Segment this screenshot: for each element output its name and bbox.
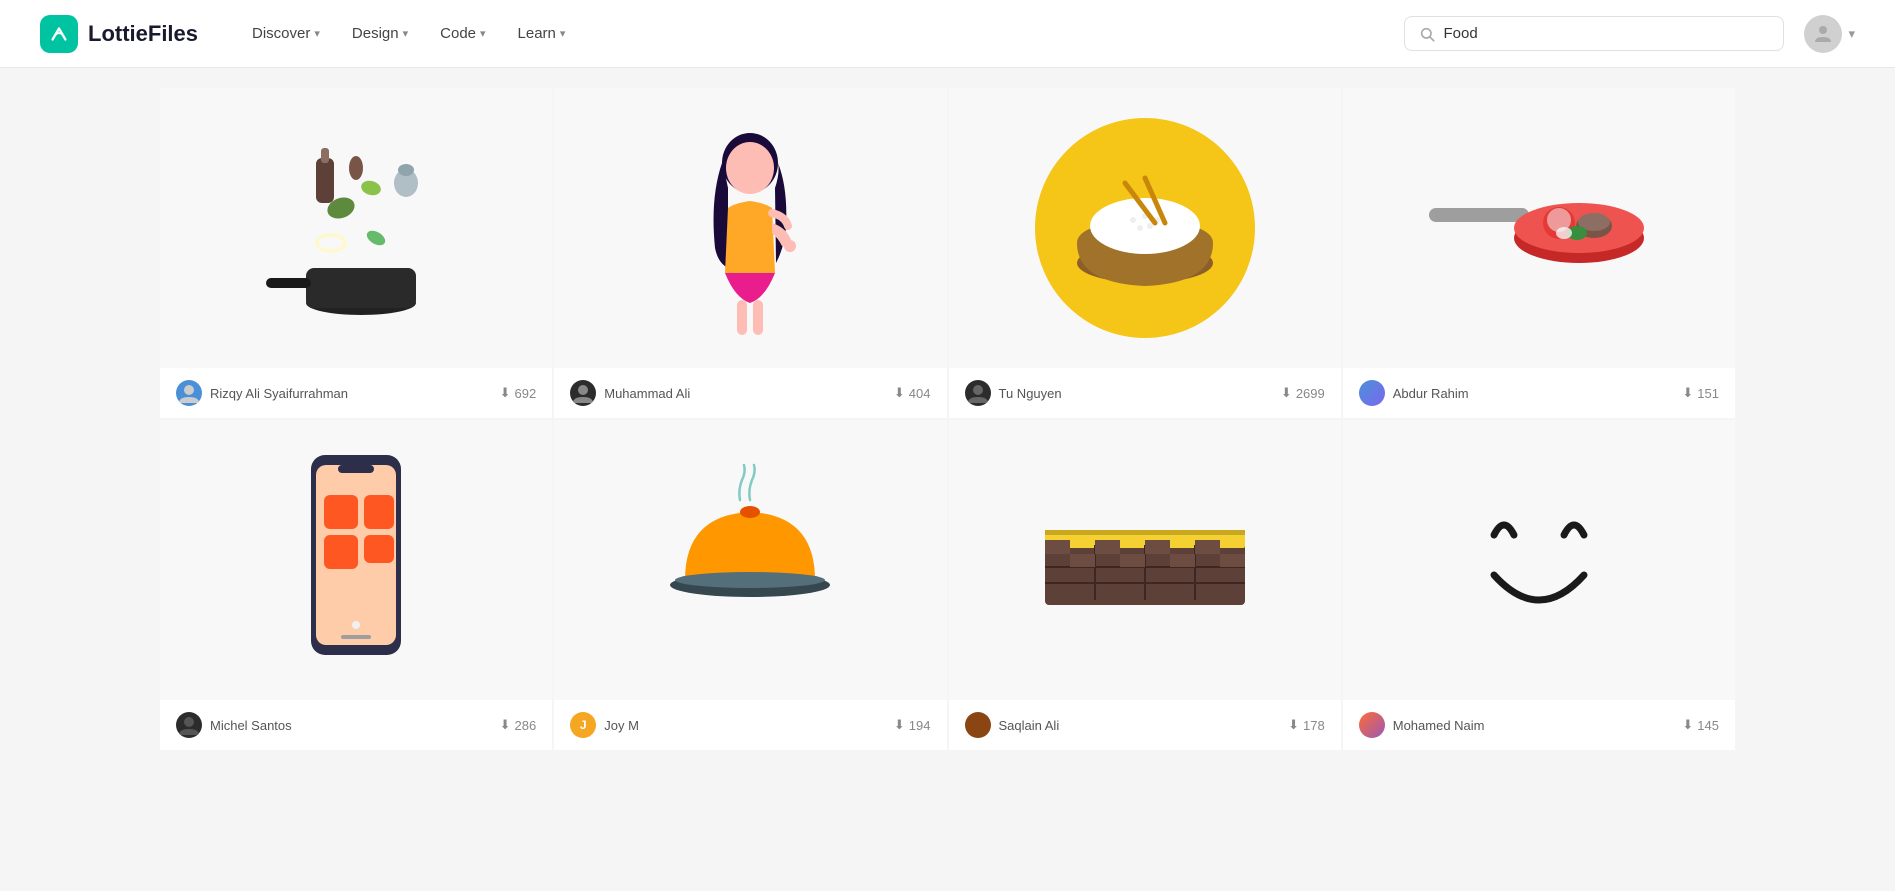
download-icon-5: ⬇ <box>500 717 511 733</box>
user-menu[interactable]: ▾ <box>1804 15 1855 53</box>
rice-bowl-svg <box>1025 108 1265 348</box>
card-4-footer: Abdur Rahim ⬇ 151 <box>1343 368 1735 418</box>
search-box <box>1404 16 1784 51</box>
card-3-image <box>949 88 1341 368</box>
card-1[interactable]: Rizqy Ali Syaifurrahman ⬇ 692 <box>160 88 552 418</box>
download-icon-4: ⬇ <box>1682 385 1693 401</box>
card-2-downloads: ⬇ 404 <box>894 385 931 401</box>
card-5-author: Michel Santos <box>176 712 292 738</box>
nav-discover[interactable]: Discover ▾ <box>238 17 334 50</box>
card-6-downloads: ⬇ 194 <box>894 717 931 733</box>
card-3-downloads: ⬇ 2699 <box>1281 385 1325 401</box>
card-6-author-name: Joy M <box>604 718 639 733</box>
card-4-author: Abdur Rahim <box>1359 380 1469 406</box>
card-8-downloads: ⬇ 145 <box>1682 717 1719 733</box>
card-5-image <box>160 420 552 700</box>
card-6-avatar: J <box>570 712 596 738</box>
download-icon-1: ⬇ <box>500 385 511 401</box>
phone-svg <box>286 440 426 680</box>
card-3[interactable]: Tu Nguyen ⬇ 2699 <box>949 88 1341 418</box>
card-1-avatar <box>176 380 202 406</box>
woman-svg <box>680 108 820 348</box>
card-7-author: Saqlain Ali <box>965 712 1060 738</box>
card-6[interactable]: J Joy M ⬇ 194 <box>554 420 946 750</box>
card-2-avatar <box>570 380 596 406</box>
card-8-author-name: Mohamed Naim <box>1393 718 1485 733</box>
logo-text: LottieFiles <box>88 21 198 47</box>
header: LottieFiles Discover ▾ Design ▾ Code ▾ L… <box>0 0 1895 68</box>
logo[interactable]: LottieFiles <box>40 15 198 53</box>
card-5[interactable]: Michel Santos ⬇ 286 <box>160 420 552 750</box>
card-7-image <box>949 420 1341 700</box>
main-content: Rizqy Ali Syaifurrahman ⬇ 692 <box>0 68 1895 770</box>
card-2-author-name: Muhammad Ali <box>604 386 690 401</box>
download-icon-8: ⬇ <box>1682 717 1693 733</box>
card-6-author: J Joy M <box>570 712 639 738</box>
card-8-footer: Mohamed Naim ⬇ 145 <box>1343 700 1735 750</box>
search-icon <box>1419 26 1435 42</box>
card-5-author-name: Michel Santos <box>210 718 292 733</box>
card-6-footer: J Joy M ⬇ 194 <box>554 700 946 750</box>
card-4-downloads: ⬇ 151 <box>1682 385 1719 401</box>
card-1-author-name: Rizqy Ali Syaifurrahman <box>210 386 348 401</box>
chocolate-svg <box>1035 480 1255 640</box>
card-7[interactable]: Saqlain Ali ⬇ 178 <box>949 420 1341 750</box>
discover-chevron: ▾ <box>314 27 320 40</box>
main-nav: Discover ▾ Design ▾ Code ▾ Learn ▾ <box>238 17 1404 50</box>
search-area <box>1404 16 1784 51</box>
card-1-downloads: ⬇ 692 <box>500 385 537 401</box>
download-icon-6: ⬇ <box>894 717 905 733</box>
card-5-avatar <box>176 712 202 738</box>
cooking-pot-svg <box>261 108 451 348</box>
card-2-footer: Muhammad Ali ⬇ 404 <box>554 368 946 418</box>
search-input[interactable] <box>1443 25 1769 42</box>
card-5-downloads: ⬇ 286 <box>500 717 537 733</box>
card-7-footer: Saqlain Ali ⬇ 178 <box>949 700 1341 750</box>
card-7-downloads: ⬇ 178 <box>1288 717 1325 733</box>
code-chevron: ▾ <box>480 27 486 40</box>
card-7-author-name: Saqlain Ali <box>999 718 1060 733</box>
design-chevron: ▾ <box>403 27 409 40</box>
card-8[interactable]: Mohamed Naim ⬇ 145 <box>1343 420 1735 750</box>
card-2[interactable]: Muhammad Ali ⬇ 404 <box>554 88 946 418</box>
animation-grid: Rizqy Ali Syaifurrahman ⬇ 692 <box>160 88 1735 750</box>
card-8-image <box>1343 420 1735 700</box>
card-4-image <box>1343 88 1735 368</box>
card-5-footer: Michel Santos ⬇ 286 <box>160 700 552 750</box>
logo-icon <box>40 15 78 53</box>
card-8-avatar <box>1359 712 1385 738</box>
download-icon-2: ⬇ <box>894 385 905 401</box>
learn-chevron: ▾ <box>560 27 566 40</box>
card-4-author-name: Abdur Rahim <box>1393 386 1469 401</box>
smiley-svg <box>1439 470 1639 650</box>
card-1-image <box>160 88 552 368</box>
card-3-avatar <box>965 380 991 406</box>
card-6-image <box>554 420 946 700</box>
card-3-author: Tu Nguyen <box>965 380 1062 406</box>
nav-design[interactable]: Design ▾ <box>338 17 422 50</box>
card-1-footer: Rizqy Ali Syaifurrahman ⬇ 692 <box>160 368 552 418</box>
card-4-avatar <box>1359 380 1385 406</box>
frying-pan-svg <box>1429 138 1649 318</box>
card-1-author: Rizqy Ali Syaifurrahman <box>176 380 348 406</box>
card-8-author: Mohamed Naim <box>1359 712 1485 738</box>
nav-code[interactable]: Code ▾ <box>426 17 499 50</box>
card-2-image <box>554 88 946 368</box>
user-chevron: ▾ <box>1848 26 1855 42</box>
card-7-avatar <box>965 712 991 738</box>
nav-learn[interactable]: Learn ▾ <box>504 17 580 50</box>
card-3-author-name: Tu Nguyen <box>999 386 1062 401</box>
card-3-footer: Tu Nguyen ⬇ 2699 <box>949 368 1341 418</box>
avatar <box>1804 15 1842 53</box>
download-icon-7: ⬇ <box>1288 717 1299 733</box>
card-2-author: Muhammad Ali <box>570 380 690 406</box>
card-4[interactable]: Abdur Rahim ⬇ 151 <box>1343 88 1735 418</box>
download-icon-3: ⬇ <box>1281 385 1292 401</box>
cloche-svg <box>650 460 850 660</box>
